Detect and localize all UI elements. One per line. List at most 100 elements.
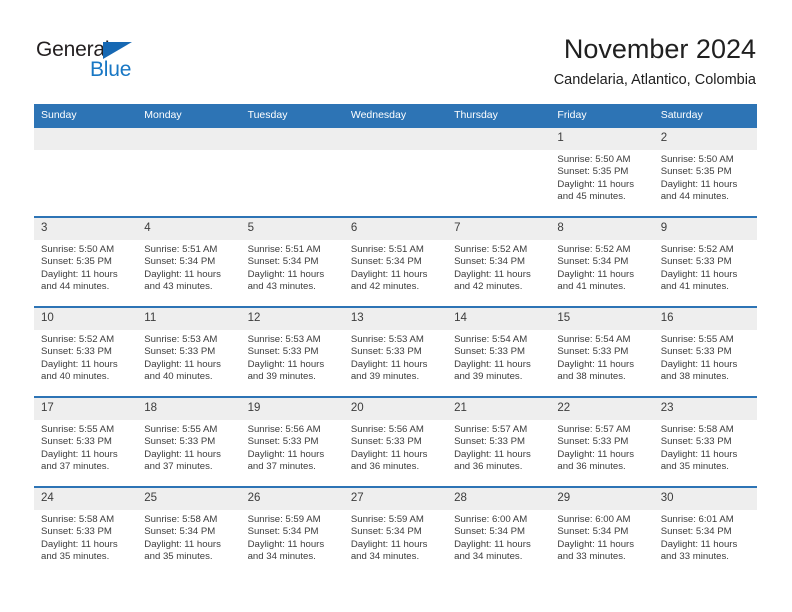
day-info: Sunrise: 5:50 AM Sunset: 5:35 PM Daylight:…	[34, 240, 137, 294]
sunset-text: Sunset: 5:33 PM	[660, 256, 732, 268]
sunrise-text: Sunrise: 5:57 AM	[454, 424, 528, 435]
sunrise-text: Sunrise: 5:51 AM	[247, 244, 321, 255]
day-number: 17	[34, 398, 138, 420]
calendar-day-cell[interactable]: 22 Sunrise: 5:57 AM Sunset: 5:33 PM Dayligh…	[550, 396, 654, 487]
sunset-text: Sunset: 5:33 PM	[454, 346, 526, 358]
calendar-day-cell[interactable]: 24 Sunrise: 5:58 AM Sunset: 5:33 PM Dayligh…	[34, 486, 138, 577]
day-number: 12	[240, 308, 344, 330]
calendar-day-cell[interactable]: 30 Sunrise: 6:01 AM Sunset: 5:34 PM Dayligh…	[653, 486, 757, 577]
day-number: 19	[240, 398, 344, 420]
day-number: 23	[653, 398, 757, 420]
day-info: Sunrise: 5:57 AM Sunset: 5:33 PM Daylight:…	[447, 420, 550, 474]
calendar-day-cell[interactable]: 5 Sunrise: 5:51 AM Sunset: 5:34 PM Daylight…	[240, 216, 344, 307]
daylight-text: Daylight: 11 hours and 42 minutes.	[350, 268, 428, 293]
calendar-day-cell[interactable]: 23 Sunrise: 5:58 AM Sunset: 5:33 PM Dayligh…	[653, 396, 757, 487]
sunset-text: Sunset: 5:34 PM	[144, 256, 216, 268]
daylight-text: Daylight: 11 hours and 33 minutes.	[660, 538, 738, 563]
day-number: 4	[137, 218, 241, 240]
calendar-table: Sunday Monday Tuesday Wednesday Thursday…	[34, 104, 757, 577]
sunrise-text: Sunrise: 6:00 AM	[454, 514, 528, 525]
calendar-day-cell[interactable]: 6 Sunrise: 5:51 AM Sunset: 5:34 PM Daylight…	[343, 216, 448, 307]
calendar-body: 1 Sunrise: 5:50 AM Sunset: 5:35 PM Daylight…	[34, 126, 757, 577]
sunset-text: Sunset: 5:33 PM	[41, 526, 112, 538]
day-info: Sunrise: 5:53 AM Sunset: 5:33 PM Daylight:…	[344, 330, 447, 384]
calendar-day-cell[interactable]: 1 Sunrise: 5:50 AM Sunset: 5:35 PM Daylight…	[550, 126, 654, 217]
day-info: Sunrise: 5:52 AM Sunset: 5:33 PM Daylight:…	[34, 330, 137, 384]
weekday-header-friday: Friday	[550, 104, 654, 127]
day-number: 6	[343, 218, 448, 240]
calendar-day-cell[interactable]: 28 Sunrise: 6:00 AM Sunset: 5:34 PM Dayligh…	[447, 486, 551, 577]
calendar-day-cell-empty	[240, 126, 344, 217]
calendar-day-cell[interactable]: 17 Sunrise: 5:55 AM Sunset: 5:33 PM Dayligh…	[34, 396, 138, 487]
day-info: Sunrise: 5:56 AM Sunset: 5:33 PM Daylight:…	[241, 420, 344, 474]
calendar-day-cell[interactable]: 14 Sunrise: 5:54 AM Sunset: 5:33 PM Dayligh…	[447, 306, 551, 397]
logo-text-blue: Blue	[90, 58, 132, 81]
calendar-day-cell[interactable]: 15 Sunrise: 5:54 AM Sunset: 5:33 PM Dayligh…	[550, 306, 654, 397]
calendar-day-cell[interactable]: 20 Sunrise: 5:56 AM Sunset: 5:33 PM Dayligh…	[343, 396, 448, 487]
day-info: Sunrise: 6:01 AM Sunset: 5:34 PM Daylight:…	[654, 510, 757, 564]
sunset-text: Sunset: 5:35 PM	[41, 256, 112, 268]
day-number	[34, 128, 138, 150]
sunrise-text: Sunrise: 6:00 AM	[557, 514, 631, 525]
calendar-day-cell[interactable]: 13 Sunrise: 5:53 AM Sunset: 5:33 PM Dayligh…	[343, 306, 448, 397]
calendar-day-cell[interactable]: 11 Sunrise: 5:53 AM Sunset: 5:33 PM Dayligh…	[137, 306, 241, 397]
calendar-day-cell[interactable]: 19 Sunrise: 5:56 AM Sunset: 5:33 PM Dayligh…	[240, 396, 344, 487]
sunset-text: Sunset: 5:34 PM	[660, 526, 732, 538]
calendar-day-cell[interactable]: 27 Sunrise: 5:59 AM Sunset: 5:34 PM Dayligh…	[343, 486, 448, 577]
sunset-text: Sunset: 5:33 PM	[41, 346, 112, 358]
sunrise-text: Sunrise: 5:50 AM	[660, 154, 734, 165]
daylight-text: Daylight: 11 hours and 35 minutes.	[660, 448, 738, 473]
calendar-day-cell[interactable]: 2 Sunrise: 5:50 AM Sunset: 5:35 PM Daylight…	[653, 126, 757, 217]
sunrise-text: Sunrise: 5:54 AM	[557, 334, 631, 345]
calendar-day-cell[interactable]: 25 Sunrise: 5:58 AM Sunset: 5:34 PM Dayligh…	[137, 486, 241, 577]
daylight-text: Daylight: 11 hours and 41 minutes.	[557, 268, 635, 293]
sunset-text: Sunset: 5:33 PM	[144, 436, 216, 448]
day-info: Sunrise: 5:58 AM Sunset: 5:34 PM Daylight:…	[137, 510, 240, 564]
calendar-week-row: 17 Sunrise: 5:55 AM Sunset: 5:33 PM Dayligh…	[34, 396, 757, 487]
sunset-text: Sunset: 5:34 PM	[557, 526, 629, 538]
sunrise-text: Sunrise: 5:57 AM	[557, 424, 631, 435]
day-number: 18	[137, 398, 241, 420]
weekday-header-thursday: Thursday	[447, 104, 551, 127]
day-number: 10	[34, 308, 138, 330]
calendar-day-cell[interactable]: 4 Sunrise: 5:51 AM Sunset: 5:34 PM Daylight…	[137, 216, 241, 307]
calendar-day-cell[interactable]: 16 Sunrise: 5:55 AM Sunset: 5:33 PM Dayligh…	[653, 306, 757, 397]
day-info: Sunrise: 5:53 AM Sunset: 5:33 PM Daylight:…	[137, 330, 240, 384]
calendar-day-cell[interactable]: 8 Sunrise: 5:52 AM Sunset: 5:34 PM Daylight…	[550, 216, 654, 307]
day-info: Sunrise: 5:52 AM Sunset: 5:34 PM Daylight:…	[550, 240, 653, 294]
day-info: Sunrise: 5:54 AM Sunset: 5:33 PM Daylight:…	[447, 330, 550, 384]
day-info: Sunrise: 5:55 AM Sunset: 5:33 PM Daylight:…	[34, 420, 137, 474]
day-number: 11	[137, 308, 241, 330]
sunrise-text: Sunrise: 5:58 AM	[41, 514, 115, 525]
daylight-text: Daylight: 11 hours and 38 minutes.	[660, 358, 738, 383]
daylight-text: Daylight: 11 hours and 35 minutes.	[144, 538, 221, 563]
day-number: 14	[447, 308, 551, 330]
day-number: 26	[240, 488, 344, 510]
day-number: 27	[343, 488, 448, 510]
weekday-header-wednesday: Wednesday	[343, 104, 448, 127]
calendar-day-cell[interactable]: 9 Sunrise: 5:52 AM Sunset: 5:33 PM Daylight…	[653, 216, 757, 307]
calendar-day-cell-empty	[137, 126, 241, 217]
calendar-day-cell[interactable]: 12 Sunrise: 5:53 AM Sunset: 5:33 PM Dayligh…	[240, 306, 344, 397]
day-number	[137, 128, 241, 150]
calendar-day-cell[interactable]: 3 Sunrise: 5:50 AM Sunset: 5:35 PM Daylight…	[34, 216, 138, 307]
daylight-text: Daylight: 11 hours and 39 minutes.	[454, 358, 531, 383]
sunset-text: Sunset: 5:33 PM	[350, 436, 422, 448]
sunset-text: Sunset: 5:33 PM	[660, 436, 732, 448]
calendar-day-cell[interactable]: 21 Sunrise: 5:57 AM Sunset: 5:33 PM Dayligh…	[447, 396, 551, 487]
sunrise-text: Sunrise: 5:55 AM	[660, 334, 734, 345]
sunset-text: Sunset: 5:33 PM	[557, 346, 629, 358]
day-info: Sunrise: 5:56 AM Sunset: 5:33 PM Daylight:…	[344, 420, 447, 474]
calendar-day-cell[interactable]: 7 Sunrise: 5:52 AM Sunset: 5:34 PM Daylight…	[447, 216, 551, 307]
calendar-day-cell[interactable]: 29 Sunrise: 6:00 AM Sunset: 5:34 PM Dayligh…	[550, 486, 654, 577]
general-blue-logo: General Blue	[36, 38, 176, 84]
day-number	[240, 128, 344, 150]
calendar-day-cell[interactable]: 18 Sunrise: 5:55 AM Sunset: 5:33 PM Dayligh…	[137, 396, 241, 487]
calendar-week-row: 1 Sunrise: 5:50 AM Sunset: 5:35 PM Daylight…	[34, 126, 757, 217]
calendar-page: General Blue November 2024 Candelaria, A…	[0, 0, 792, 612]
calendar-day-cell[interactable]: 26 Sunrise: 5:59 AM Sunset: 5:34 PM Dayligh…	[240, 486, 344, 577]
sunrise-text: Sunrise: 5:52 AM	[660, 244, 734, 255]
calendar-day-cell[interactable]: 10 Sunrise: 5:52 AM Sunset: 5:33 PM Dayligh…	[34, 306, 138, 397]
daylight-text: Daylight: 11 hours and 43 minutes.	[144, 268, 221, 293]
daylight-text: Daylight: 11 hours and 36 minutes.	[454, 448, 531, 473]
